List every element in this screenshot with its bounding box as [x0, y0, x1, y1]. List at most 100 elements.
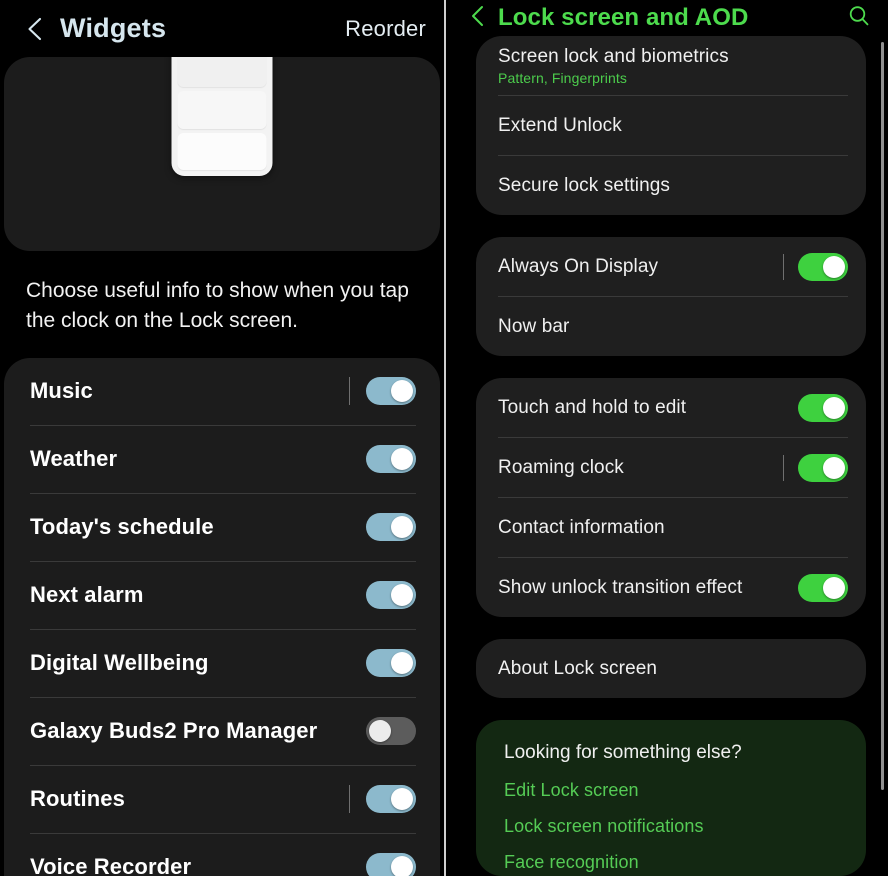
chevron-left-icon — [468, 4, 488, 33]
widget-list-item[interactable]: Music — [4, 358, 440, 425]
looking-for-something-else-card: Looking for something else? Edit Lock scr… — [476, 720, 866, 876]
widget-toggle-group — [349, 581, 416, 610]
hint-card-title: Looking for something else? — [504, 742, 742, 763]
toggle-knob — [823, 576, 845, 599]
settings-list-item[interactable]: Contact information — [476, 498, 866, 557]
toggle-knob — [391, 448, 413, 471]
about-card: About Lock screen — [476, 639, 866, 698]
toggle-knob — [823, 456, 845, 479]
vertical-scrollbar[interactable] — [881, 42, 884, 790]
settings-item-label: Now bar — [498, 315, 570, 337]
toggle-knob — [369, 720, 391, 743]
widget-list-item[interactable]: Weather — [4, 426, 440, 493]
setting-toggle[interactable] — [798, 453, 848, 482]
settings-toggle-group — [783, 453, 848, 482]
widget-band — [177, 91, 267, 129]
widget-list-item-label: Routines — [30, 786, 125, 812]
widgets-description: Choose useful info to show when you tap … — [26, 279, 409, 332]
hint-card-link[interactable]: Lock screen notifications — [476, 804, 866, 840]
setting-toggle[interactable] — [366, 377, 416, 406]
settings-item-text: Contact information — [498, 517, 665, 539]
widget-list-item[interactable]: Next alarm — [4, 562, 440, 629]
settings-list-item[interactable]: Touch and hold to edit — [476, 378, 866, 437]
setting-toggle[interactable] — [366, 853, 416, 876]
search-icon — [847, 4, 871, 33]
settings-item-label: Touch and hold to edit — [498, 396, 687, 418]
lock-screen-settings-panel: Lock screen and AOD Screen lock and biom… — [446, 0, 888, 876]
settings-item-text: Touch and hold to edit — [498, 397, 686, 419]
setting-toggle[interactable] — [366, 581, 416, 610]
widget-list-item[interactable]: Digital Wellbeing — [4, 630, 440, 697]
toggle-knob — [391, 788, 413, 811]
settings-item-text: Show unlock transition effect — [498, 577, 742, 599]
settings-list-item[interactable]: Extend Unlock — [476, 96, 866, 155]
settings-item-text: Now bar — [498, 316, 569, 338]
widget-list-item-label: Music — [30, 378, 93, 404]
setting-toggle[interactable] — [366, 717, 416, 746]
toggle-separator — [349, 785, 350, 814]
settings-item-label: Extend Unlock — [498, 114, 622, 136]
widget-list-item[interactable]: Routines — [4, 766, 440, 833]
settings-item-text: About Lock screen — [498, 658, 657, 680]
settings-list-item[interactable]: Now bar — [476, 297, 866, 356]
hint-card-link[interactable]: Face recognition — [476, 840, 866, 876]
widget-band — [177, 57, 267, 88]
toggle-knob — [823, 396, 845, 419]
widget-list-item-label: Digital Wellbeing — [30, 650, 209, 676]
settings-item-text: Roaming clock — [498, 457, 624, 479]
chevron-left-icon — [24, 16, 46, 42]
reorder-button[interactable]: Reorder — [345, 16, 426, 42]
toggle-separator — [783, 253, 784, 280]
settings-toggle-group — [783, 393, 848, 422]
settings-list-item[interactable]: Screen lock and biometrics Pattern, Finge… — [476, 36, 866, 95]
dual-screenshot-comparison: Widgets Reorder Choose useful info to sh… — [0, 0, 888, 876]
widget-preview-card — [4, 57, 440, 251]
display-settings-card: Always On Display Now bar — [476, 237, 866, 356]
settings-item-label: Secure lock settings — [498, 174, 671, 196]
widget-toggle-group — [349, 853, 416, 876]
settings-list-item[interactable]: Always On Display — [476, 237, 866, 296]
settings-item-label: Screen lock and biometrics — [498, 45, 729, 67]
setting-toggle[interactable] — [366, 445, 416, 474]
setting-toggle[interactable] — [366, 785, 416, 814]
widget-list-item[interactable]: Voice Recorder — [4, 834, 440, 876]
settings-item-subtitle: Pattern, Fingerprints — [498, 69, 627, 86]
setting-toggle[interactable] — [366, 513, 416, 542]
widget-toggle-group — [349, 649, 416, 678]
setting-toggle[interactable] — [798, 573, 848, 602]
back-button[interactable] — [22, 16, 48, 42]
page-title: Widgets — [60, 13, 167, 43]
settings-item-text: Screen lock and biometrics Pattern, Finge… — [498, 46, 729, 86]
settings-item-label: About Lock screen — [498, 657, 658, 679]
settings-item-label: Show unlock transition effect — [498, 576, 743, 598]
widget-list-item-label: Weather — [30, 446, 118, 472]
settings-list-item[interactable]: Show unlock transition effect — [476, 558, 866, 617]
widget-list-item-label: Galaxy Buds2 Pro Manager — [30, 718, 318, 744]
toggle-knob — [823, 255, 845, 278]
page-title: Lock screen and AOD — [498, 4, 749, 31]
settings-item-text: Always On Display — [498, 256, 658, 278]
hint-card-link[interactable]: Edit Lock screen — [476, 768, 866, 804]
back-button[interactable] — [466, 4, 490, 33]
widget-list-item[interactable]: Today's schedule — [4, 494, 440, 561]
widget-list-item[interactable]: Galaxy Buds2 Pro Manager — [4, 698, 440, 765]
setting-toggle[interactable] — [798, 252, 848, 281]
toggle-separator — [783, 454, 784, 481]
toggle-separator — [349, 377, 350, 406]
settings-list-item[interactable]: About Lock screen — [476, 639, 866, 698]
toggle-knob — [391, 516, 413, 539]
widgets-settings-panel: Widgets Reorder Choose useful info to sh… — [0, 0, 444, 876]
settings-list-item[interactable]: Secure lock settings — [476, 156, 866, 215]
settings-list-item[interactable]: Roaming clock — [476, 438, 866, 497]
settings-item-text: Extend Unlock — [498, 115, 622, 137]
toggle-knob — [391, 856, 413, 876]
settings-toggle-group — [783, 252, 848, 281]
widget-toggle-group — [349, 785, 416, 814]
setting-toggle[interactable] — [798, 393, 848, 422]
settings-item-label: Roaming clock — [498, 456, 624, 478]
search-button[interactable] — [846, 5, 872, 31]
setting-toggle[interactable] — [366, 649, 416, 678]
